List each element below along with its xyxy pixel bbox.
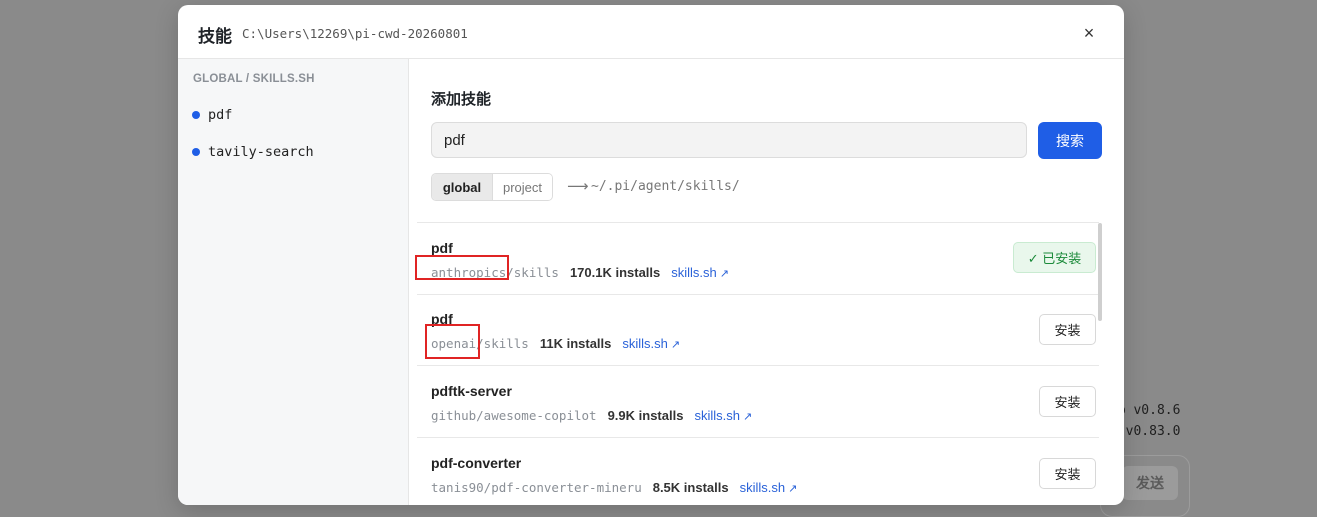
skills-sh-link[interactable]: skills.sh ↗	[671, 265, 729, 280]
link-label: skills.sh	[694, 408, 740, 423]
skill-source: anthropics/skills	[431, 265, 559, 280]
install-button[interactable]: 安装	[1039, 458, 1096, 489]
install-count: 11K installs	[539, 336, 612, 351]
installed-badge: ✓ 已安装	[1013, 242, 1096, 273]
sidebar-item-label: pdf	[208, 107, 233, 123]
link-label: skills.sh	[671, 265, 717, 280]
installed-skills-sidebar: GLOBAL / SKILLS.SH pdf tavily-search	[178, 59, 409, 505]
skills-sh-link[interactable]: skills.sh ↗	[622, 336, 680, 351]
install-path: ~/.pi/agent/skills/	[591, 179, 740, 194]
install-button[interactable]: 安装	[1039, 314, 1096, 345]
background-send-button: 发送	[1122, 466, 1178, 500]
section-title: 添加技能	[431, 91, 492, 108]
sidebar-item-pdf[interactable]: pdf	[192, 104, 232, 126]
add-skill-panel: 添加技能 搜索 global project ⟶ ~/.pi/agent/ski…	[409, 59, 1124, 505]
skill-source: github/awesome-copilot	[431, 408, 597, 423]
list-item: pdf anthropics/skills 170.1K installs sk…	[417, 222, 1099, 295]
sidebar-section-title: GLOBAL / SKILLS.SH	[193, 73, 315, 85]
scope-toggle: global project	[431, 173, 553, 201]
list-item: pdf-converter tanis90/pdf-converter-mine…	[417, 438, 1099, 505]
skill-meta: github/awesome-copilot 9.9K installs ski…	[431, 408, 752, 423]
link-label: skills.sh	[622, 336, 668, 351]
external-link-icon: ↗	[742, 411, 753, 423]
status-dot-icon	[192, 148, 200, 156]
skill-name: pdftk-server	[431, 383, 512, 399]
scope-global-button[interactable]: global	[432, 174, 492, 200]
sidebar-item-tavily-search[interactable]: tavily-search	[192, 141, 314, 163]
status-dot-icon	[192, 111, 200, 119]
skills-sh-link[interactable]: skills.sh ↗	[694, 408, 752, 423]
dialog-header: 技能 C:\Users\12269\pi-cwd-20260801 ×	[178, 5, 1124, 59]
external-link-icon: ↗	[719, 268, 729, 280]
working-directory-path: C:\Users\12269\pi-cwd-20260801	[242, 26, 468, 41]
skill-source: openai/skills	[431, 336, 529, 351]
list-item: pdf openai/skills 11K installs skills.sh…	[417, 294, 1099, 366]
external-link-icon: ↗	[788, 483, 798, 495]
skill-meta: openai/skills 11K installs skills.sh ↗	[431, 336, 680, 351]
skill-name: pdf-converter	[431, 455, 522, 471]
search-button[interactable]: 搜索	[1038, 122, 1102, 159]
install-count: 9.9K installs	[607, 408, 684, 423]
search-input[interactable]	[431, 122, 1027, 158]
search-results-list: pdf anthropics/skills 170.1K installs sk…	[409, 222, 1109, 505]
skills-dialog: 技能 C:\Users\12269\pi-cwd-20260801 × GLOB…	[178, 5, 1124, 505]
dialog-title: 技能	[198, 27, 232, 46]
sidebar-item-label: tavily-search	[208, 144, 314, 160]
arrow-right-icon: ⟶	[567, 178, 589, 195]
list-item: pdftk-server github/awesome-copilot 9.9K…	[417, 366, 1099, 438]
results-scrollbar[interactable]	[1098, 223, 1102, 321]
close-icon[interactable]: ×	[1078, 22, 1100, 44]
skill-name: pdf	[431, 240, 453, 256]
skill-meta: anthropics/skills 170.1K installs skills…	[431, 265, 729, 280]
install-count: 170.1K installs	[569, 265, 661, 280]
install-button[interactable]: 安装	[1039, 386, 1096, 417]
skill-name: pdf	[431, 311, 453, 327]
external-link-icon: ↗	[670, 339, 681, 351]
scope-project-button[interactable]: project	[492, 174, 552, 200]
